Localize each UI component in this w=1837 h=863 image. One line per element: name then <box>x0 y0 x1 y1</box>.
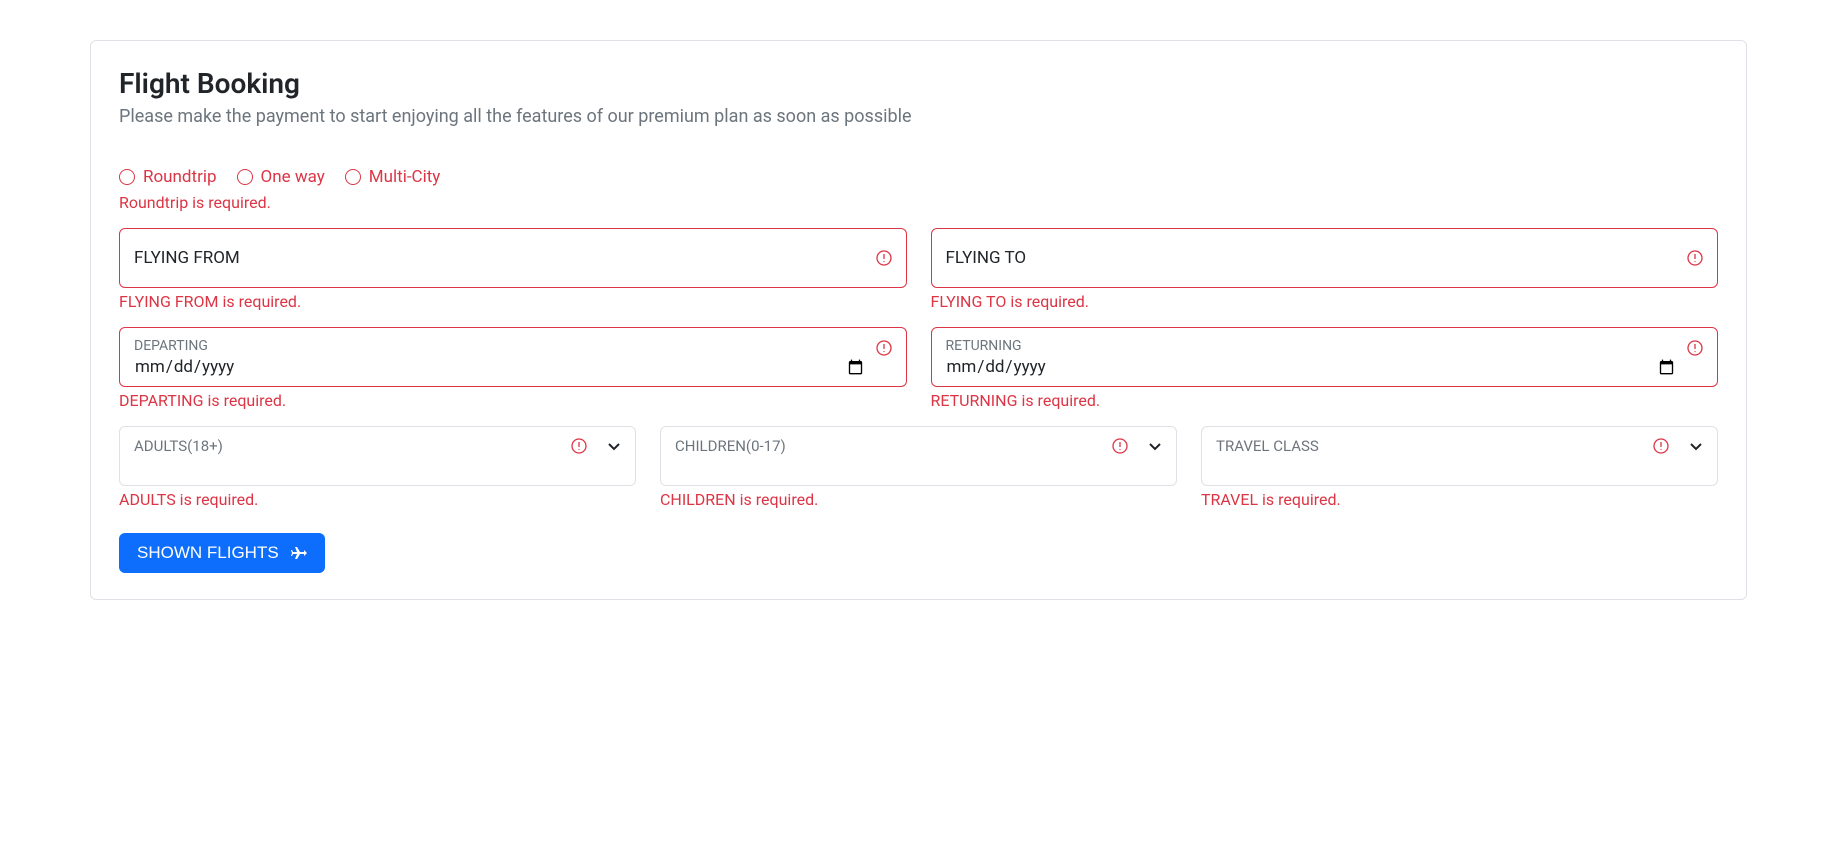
flying-from-error: FLYING FROM is required. <box>119 292 907 311</box>
departing-label: DEPARTING <box>134 338 892 354</box>
adults-error: ADULTS is required. <box>119 490 636 509</box>
radio-multicity[interactable]: Multi-City <box>345 167 441 187</box>
trip-type-error: Roundtrip is required. <box>119 193 1718 212</box>
children-error: CHILDREN is required. <box>660 490 1177 509</box>
travel-class-select[interactable]: TRAVEL CLASS <box>1201 426 1718 486</box>
shown-flights-label: SHOWN FLIGHTS <box>137 543 279 563</box>
page-title: Flight Booking <box>119 67 1718 100</box>
radio-oneway-label: One way <box>261 167 325 187</box>
flight-booking-card: Flight Booking Please make the payment t… <box>90 40 1747 600</box>
flying-from-input[interactable]: FLYING FROM <box>119 228 907 288</box>
radio-roundtrip-label: Roundtrip <box>143 167 217 187</box>
chevron-down-icon <box>607 439 621 453</box>
flying-from-placeholder: FLYING FROM <box>134 248 876 268</box>
page-subtitle: Please make the payment to start enjoyin… <box>119 106 1718 127</box>
children-label: CHILDREN(0-17) <box>675 437 1112 455</box>
radio-circle-icon <box>119 169 135 185</box>
travel-class-error: TRAVEL is required. <box>1201 490 1718 509</box>
radio-circle-icon <box>237 169 253 185</box>
adults-select[interactable]: ADULTS(18+) <box>119 426 636 486</box>
plane-icon <box>291 545 307 561</box>
error-icon <box>876 250 892 266</box>
error-icon <box>1687 340 1703 356</box>
error-icon <box>1653 438 1669 454</box>
returning-label: RETURNING <box>946 338 1704 354</box>
trip-type-radio-group: Roundtrip One way Multi-City <box>119 167 1718 187</box>
adults-label: ADULTS(18+) <box>134 437 571 455</box>
error-icon <box>876 340 892 356</box>
flying-to-placeholder: FLYING TO <box>946 248 1688 268</box>
error-icon <box>571 438 587 454</box>
radio-circle-icon <box>345 169 361 185</box>
returning-error: RETURNING is required. <box>931 391 1719 410</box>
chevron-down-icon <box>1148 439 1162 453</box>
returning-input[interactable]: RETURNING <box>931 327 1719 387</box>
error-icon <box>1112 438 1128 454</box>
radio-oneway[interactable]: One way <box>237 167 325 187</box>
travel-class-label: TRAVEL CLASS <box>1216 437 1653 455</box>
radio-multicity-label: Multi-City <box>369 167 441 187</box>
departing-input[interactable]: DEPARTING <box>119 327 907 387</box>
children-select[interactable]: CHILDREN(0-17) <box>660 426 1177 486</box>
chevron-down-icon <box>1689 439 1703 453</box>
departing-date-field[interactable] <box>134 356 892 378</box>
flying-to-input[interactable]: FLYING TO <box>931 228 1719 288</box>
shown-flights-button[interactable]: SHOWN FLIGHTS <box>119 533 325 573</box>
radio-roundtrip[interactable]: Roundtrip <box>119 167 217 187</box>
flying-to-error: FLYING TO is required. <box>931 292 1719 311</box>
departing-error: DEPARTING is required. <box>119 391 907 410</box>
returning-date-field[interactable] <box>946 356 1704 378</box>
error-icon <box>1687 250 1703 266</box>
